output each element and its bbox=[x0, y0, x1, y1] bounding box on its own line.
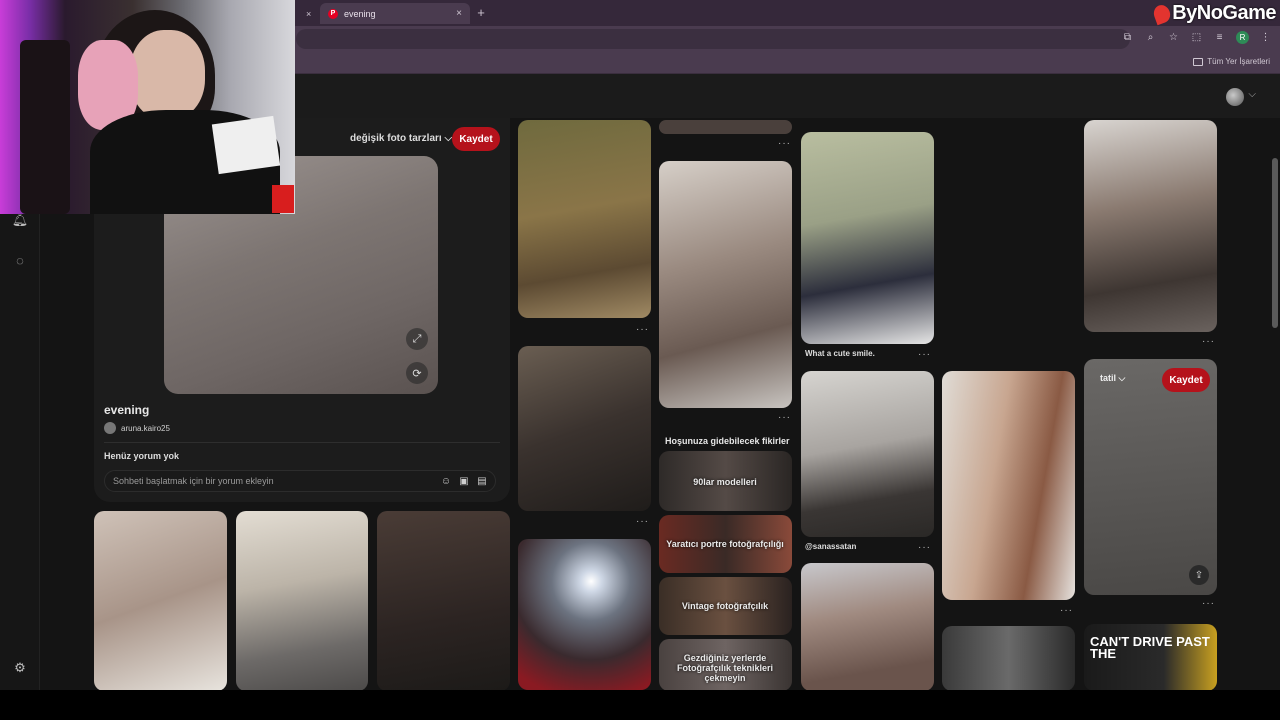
more-options-icon[interactable]: ··· bbox=[918, 349, 931, 360]
settings-gear-icon[interactable]: ⚙ bbox=[12, 660, 28, 676]
idea-card-90s[interactable]: 90lar modelleri bbox=[659, 451, 792, 511]
idea-label: 90lar modelleri bbox=[693, 477, 757, 487]
zoom-icon[interactable]: ⌕ bbox=[1144, 31, 1157, 44]
tab-close-icon[interactable]: × bbox=[456, 8, 462, 19]
idea-card-vintage[interactable]: Vintage fotoğrafçılık bbox=[659, 577, 792, 635]
idea-label: Yaratıcı portre fotoğrafçılığı bbox=[666, 539, 784, 549]
expand-icon[interactable]: ⤢ bbox=[406, 328, 428, 350]
browser-tab-evening[interactable]: P evening × bbox=[320, 3, 470, 24]
pin-image[interactable] bbox=[801, 371, 934, 537]
image-upload-icon[interactable]: ▤ bbox=[475, 474, 489, 488]
more-options-icon[interactable]: ··· bbox=[1060, 605, 1073, 616]
more-options-icon[interactable]: ··· bbox=[636, 516, 649, 527]
address-bar[interactable] bbox=[296, 29, 1130, 49]
pin-image[interactable] bbox=[942, 626, 1075, 690]
share-icon[interactable]: ⇪ bbox=[1189, 565, 1209, 585]
idea-label: Gezdiğiniz yerlerde Fotoğrafçılık teknik… bbox=[676, 653, 774, 683]
author-avatar bbox=[104, 422, 116, 434]
toolbar-icons: ⧉ ⌕ ☆ ⬚ ≡ R ⋮ bbox=[1121, 31, 1272, 44]
notifications-bell-icon[interactable]: 🔔︎ bbox=[12, 212, 29, 228]
logo-icon bbox=[1151, 2, 1173, 25]
messages-icon[interactable]: ◌ bbox=[12, 252, 28, 268]
pin-image[interactable] bbox=[518, 120, 651, 318]
pin-caption: What a cute smile. bbox=[805, 349, 875, 358]
pin-image[interactable] bbox=[801, 563, 934, 690]
pin-author[interactable]: aruna.kairo25 bbox=[104, 422, 170, 434]
more-options-icon[interactable]: ··· bbox=[778, 412, 791, 423]
pin-image[interactable] bbox=[236, 511, 368, 690]
divider bbox=[104, 442, 500, 443]
chevron-down-icon[interactable]: ⌵ bbox=[1248, 89, 1256, 100]
install-app-icon[interactable]: ⧉ bbox=[1121, 31, 1134, 44]
more-options-icon[interactable]: ··· bbox=[636, 324, 649, 335]
bottom-letterbox bbox=[0, 690, 1280, 720]
user-avatar[interactable] bbox=[1226, 88, 1244, 106]
pin-image[interactable] bbox=[942, 371, 1075, 600]
profile-avatar[interactable]: R bbox=[1236, 31, 1249, 44]
pin-title: evening bbox=[104, 403, 150, 417]
more-options-icon[interactable]: ··· bbox=[918, 542, 931, 553]
folder-icon bbox=[1193, 57, 1204, 66]
bookmark-star-icon[interactable]: ☆ bbox=[1167, 31, 1180, 44]
ideas-heading: Hoşunuza gidebilecek fikirler bbox=[665, 436, 790, 446]
all-bookmarks-label: Tüm Yer İşaretleri bbox=[1207, 57, 1270, 66]
save-button[interactable]: Kaydet bbox=[1162, 368, 1210, 392]
webcam-face bbox=[130, 30, 205, 120]
new-tab-button[interactable]: + bbox=[474, 5, 488, 20]
board-select-dropdown[interactable]: tatil ⌵ bbox=[1100, 373, 1125, 384]
webcam-paper bbox=[211, 115, 281, 175]
webcam-overlay bbox=[0, 0, 295, 214]
idea-card-travel[interactable]: Gezdiğiniz yerlerde Fotoğrafçılık teknik… bbox=[659, 639, 792, 690]
pin-image[interactable] bbox=[518, 539, 651, 690]
tab-close-icon[interactable]: × bbox=[306, 9, 311, 19]
all-bookmarks-button[interactable]: Tüm Yer İşaretleri bbox=[1193, 57, 1270, 66]
pin-image[interactable] bbox=[659, 120, 792, 134]
comment-box: ☺ ▣ ▤ bbox=[104, 470, 496, 492]
pin-image[interactable] bbox=[518, 346, 651, 511]
media-control-icon[interactable]: ≡ bbox=[1213, 31, 1226, 44]
pin-caption: @sanassatan bbox=[805, 542, 857, 551]
emoji-icon[interactable]: ☺ bbox=[439, 474, 453, 488]
watermark-text: ByNoGame bbox=[1172, 2, 1276, 24]
pin-image[interactable] bbox=[94, 511, 227, 690]
save-button[interactable]: Kaydet bbox=[452, 127, 500, 151]
pin-image[interactable] bbox=[801, 132, 934, 344]
extensions-icon[interactable]: ⬚ bbox=[1190, 31, 1203, 44]
pin-image[interactable]: CAN'T DRIVE PAST THE bbox=[1084, 624, 1217, 690]
comments-empty-label: Henüz yorum yok bbox=[104, 451, 180, 461]
pin-hovered[interactable]: tatil ⌵ Kaydet ⇪ bbox=[1084, 359, 1217, 595]
author-name: aruna.kairo25 bbox=[121, 423, 170, 433]
comment-input[interactable] bbox=[113, 471, 413, 491]
page-scrollbar[interactable] bbox=[1272, 158, 1278, 328]
webcam-light bbox=[272, 185, 294, 213]
pin-image[interactable] bbox=[659, 161, 792, 408]
pinterest-favicon-icon: P bbox=[328, 8, 338, 19]
visual-search-icon[interactable]: ⟳ bbox=[406, 362, 428, 384]
pin-overlay-text: CAN'T DRIVE PAST THE bbox=[1090, 634, 1210, 661]
board-select-dropdown[interactable]: değişik foto tarzları ⌵ bbox=[350, 133, 452, 144]
more-options-icon[interactable]: ··· bbox=[1202, 598, 1215, 609]
idea-card-portrait[interactable]: Yaratıcı portre fotoğrafçılığı bbox=[659, 515, 792, 573]
idea-label: Vintage fotoğrafçılık bbox=[681, 601, 769, 611]
watermark-logo: ByNoGame bbox=[1151, 2, 1276, 25]
webcam-chair bbox=[20, 40, 70, 214]
tab-title: evening bbox=[344, 8, 376, 19]
sticker-icon[interactable]: ▣ bbox=[457, 474, 471, 488]
pin-image[interactable] bbox=[377, 511, 510, 690]
more-options-icon[interactable]: ··· bbox=[1202, 336, 1215, 347]
menu-kebab-icon[interactable]: ⋮ bbox=[1259, 31, 1272, 44]
more-options-icon[interactable]: ··· bbox=[778, 138, 791, 149]
pin-image[interactable] bbox=[1084, 120, 1217, 332]
